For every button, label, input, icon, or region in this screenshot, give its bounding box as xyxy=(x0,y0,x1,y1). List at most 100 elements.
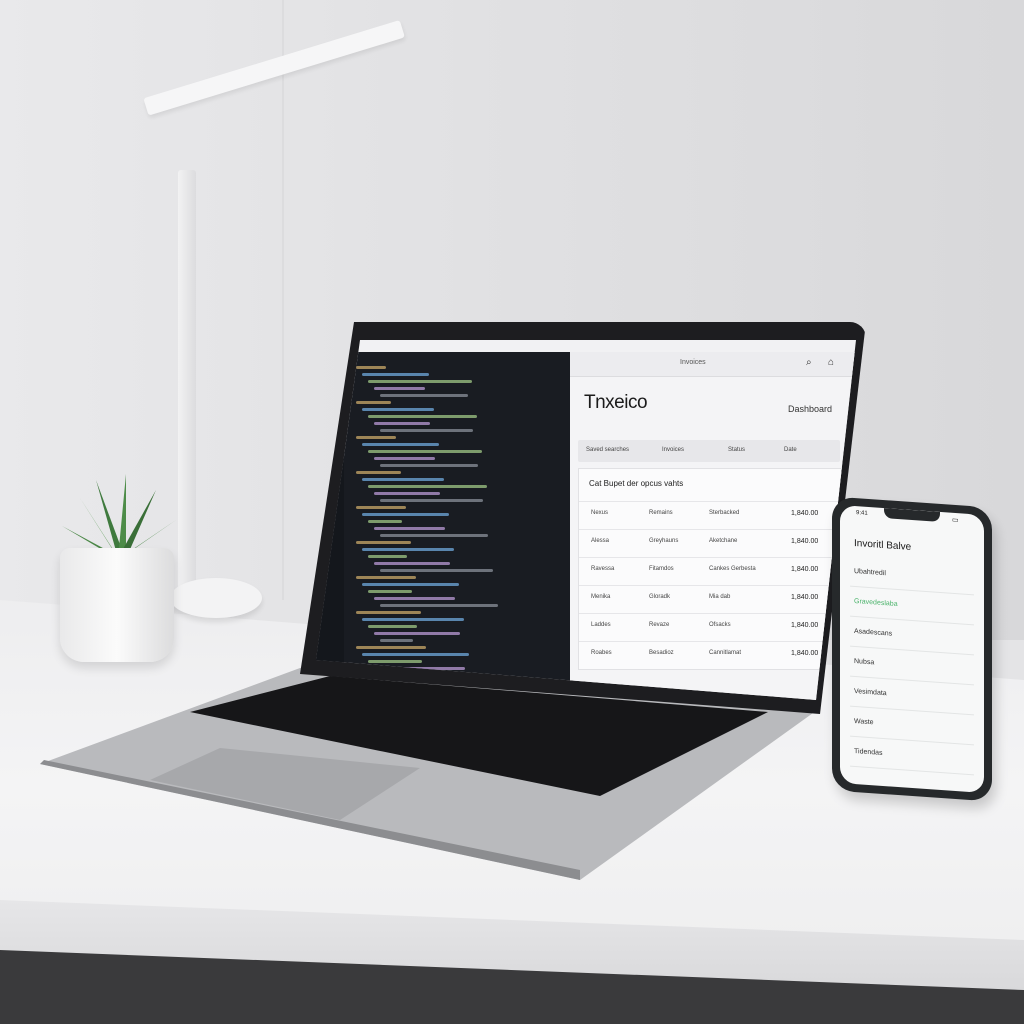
search-icon[interactable]: ⌕ xyxy=(806,357,812,368)
amount-cell: 1,840.00 xyxy=(791,650,819,657)
phone-clock: 9:41 xyxy=(856,510,868,517)
phone-app-title: Invoritl Balve xyxy=(854,537,912,553)
filter-date[interactable]: Date xyxy=(784,447,797,453)
code-line xyxy=(368,520,402,523)
phone-list-divider xyxy=(850,585,974,596)
code-line xyxy=(368,625,417,628)
code-line xyxy=(374,597,455,600)
code-line xyxy=(356,506,406,509)
table-row[interactable]: Nexus Remains Sterbacked 1,840.00 xyxy=(579,501,841,526)
code-line xyxy=(356,541,411,544)
phone-list-divider xyxy=(850,765,974,776)
code-line xyxy=(362,373,429,376)
code-line xyxy=(368,590,412,593)
table-cell: Roabes xyxy=(591,650,612,656)
phone-list-divider xyxy=(850,615,974,626)
code-line xyxy=(356,471,401,474)
table-cell: Besadioz xyxy=(649,650,674,656)
table-row[interactable]: Roabes Besadioz Cannitlamat 1,840.00 xyxy=(579,641,841,666)
wall-corner xyxy=(282,0,284,600)
desk-scene: Invoices ⌕ ⌂ Tnxeico Dashboard Saved sea… xyxy=(0,0,1024,1024)
table-cell: Greyhauns xyxy=(649,538,679,544)
phone-list-item[interactable]: Asadescans xyxy=(854,628,892,638)
code-line xyxy=(356,576,416,579)
table-cell: Fitamdos xyxy=(649,566,674,572)
battery-icon: ▭ xyxy=(952,516,959,525)
code-line xyxy=(368,415,477,418)
phone-list-divider xyxy=(850,675,974,686)
code-line xyxy=(362,478,444,481)
code-line xyxy=(356,646,426,649)
table-cell: Sterbacked xyxy=(709,510,740,516)
plant-leaves xyxy=(62,474,176,558)
amount-cell: 1,840.00 xyxy=(791,622,819,629)
table-cell: Laddes xyxy=(591,622,611,628)
phone-list-item[interactable]: Nubsa xyxy=(854,658,874,666)
code-line xyxy=(368,660,422,663)
table-row[interactable]: Laddes Revaze Ofsacks 1,840.00 xyxy=(579,613,841,638)
table-cell: Menika xyxy=(591,594,611,600)
code-line xyxy=(380,569,493,572)
code-line xyxy=(362,583,459,586)
code-line xyxy=(362,513,449,516)
table-cell: Aketchane xyxy=(709,538,738,544)
phone-list-divider xyxy=(850,735,974,746)
code-line xyxy=(362,548,454,551)
table-cell: Ofsacks xyxy=(709,622,731,628)
code-line xyxy=(368,380,472,383)
code-line xyxy=(368,555,407,558)
code-line xyxy=(374,492,440,495)
phone-list-item[interactable]: Waste xyxy=(854,718,874,726)
table-row[interactable]: Ravessa Fitamdos Cankes Gerbesta 1,840.00 xyxy=(579,557,841,582)
filter-status[interactable]: Status xyxy=(728,447,745,453)
code-line xyxy=(362,408,434,411)
phone-list-item[interactable]: Gravedeslaba xyxy=(854,598,898,608)
phone-list-item[interactable]: Tidendas xyxy=(854,748,883,757)
code-line xyxy=(362,653,469,656)
code-line xyxy=(356,436,396,439)
code-line xyxy=(374,457,435,460)
amount-cell: 1,840.00 xyxy=(791,538,819,545)
phone-notch xyxy=(884,508,940,522)
table-cell: Ravessa xyxy=(591,566,615,572)
lamp-base xyxy=(170,578,262,618)
phone-list-item[interactable]: Vesimdata xyxy=(854,688,887,697)
code-line xyxy=(380,604,498,607)
filter-invoices[interactable]: Invoices xyxy=(662,447,684,453)
table-cell: Gloradk xyxy=(649,594,671,600)
table-cell: Revaze xyxy=(649,622,670,628)
code-line xyxy=(380,639,413,642)
amount-cell: 1,840.00 xyxy=(791,510,819,517)
code-line xyxy=(362,618,464,621)
phone-list-divider xyxy=(850,645,974,656)
dashboard-link[interactable]: Dashboard xyxy=(788,404,832,414)
filter-saved[interactable]: Saved searches xyxy=(586,447,629,453)
amount-cell: 1,840.00 xyxy=(791,566,819,573)
phone-list-item[interactable]: Ubahtredil xyxy=(854,568,886,577)
address-bar[interactable]: Invoices xyxy=(680,359,706,366)
code-line xyxy=(374,632,460,635)
code-line xyxy=(362,443,439,446)
smartphone: 9:41 ▭ Invoritl Balve Ubahtredil Gravedes… xyxy=(832,496,992,802)
table-cell: Cannitlamat xyxy=(709,650,742,656)
table-row[interactable]: Alessa Greyhauns Aketchane 1,840.00 xyxy=(579,529,841,554)
phone-screen: 9:41 ▭ Invoritl Balve Ubahtredil Gravedes… xyxy=(840,504,984,794)
filter-bar: Saved searches Invoices Status Date xyxy=(578,440,840,462)
code-line xyxy=(356,401,391,404)
table-cell: Nexus xyxy=(591,510,609,516)
lamp-pole xyxy=(178,170,196,598)
code-editor-pane xyxy=(316,352,570,692)
table-cell: Cankes Gerbesta xyxy=(709,566,756,572)
plant-pot xyxy=(60,548,174,662)
table-title: Cat Bupet der opcus vahts xyxy=(589,479,684,488)
code-line xyxy=(374,527,445,530)
code-line xyxy=(380,394,468,397)
laptop-screen: Invoices ⌕ ⌂ Tnxeico Dashboard Saved sea… xyxy=(316,340,856,700)
table-cell: Alessa xyxy=(591,538,610,544)
browser-toolbar: Invoices ⌕ ⌂ xyxy=(570,352,856,377)
table-row[interactable]: Menika Gloradk Mia dab 1,840.00 xyxy=(579,585,841,610)
table-cell: Mia dab xyxy=(709,594,731,600)
home-icon[interactable]: ⌂ xyxy=(828,357,834,368)
code-line xyxy=(374,562,450,565)
code-line xyxy=(380,499,483,502)
